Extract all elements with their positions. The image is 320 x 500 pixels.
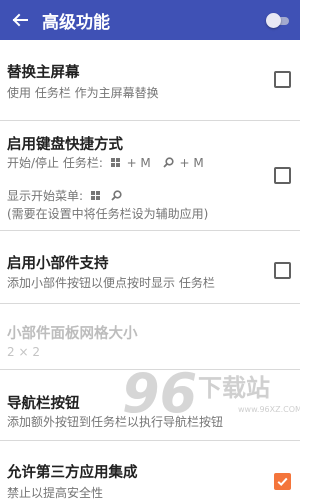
replace-home-checkbox[interactable] — [274, 71, 291, 88]
windows-key-icon — [90, 191, 101, 201]
setting-nav-bar-buttons[interactable]: 导航栏按钮 添加额外按钮到任务栏以执行导航栏按钮 — [0, 370, 300, 438]
setting-title: 启用键盘快捷方式 — [7, 137, 123, 153]
setting-title: 替换主屏幕 — [7, 65, 80, 81]
setting-title: 允许第三方应用集成 — [7, 465, 138, 481]
setting-keyboard-shortcuts[interactable]: 启用键盘快捷方式 开始/停止 任务栏: + M + M 显示开始菜单: (需要在… — [0, 121, 300, 221]
shortcut-2: + M — [179, 156, 204, 170]
shortcut-toggle-line: 开始/停止 任务栏: + M + M — [7, 154, 204, 171]
keyboard-shortcuts-checkbox[interactable] — [274, 167, 291, 184]
checkmark-icon — [277, 477, 288, 487]
setting-note: (需要在设置中将任务栏设为辅助应用) — [7, 207, 209, 221]
setting-subtitle: 使用 任务栏 作为主屏幕替换 — [7, 86, 159, 100]
windows-key-icon — [110, 158, 121, 168]
menu-label: 显示开始菜单: — [7, 189, 84, 203]
advanced-features-screen: 高级功能 替换主屏幕 使用 任务栏 作为主屏幕替换 启用键盘快捷方式 开始/停止… — [0, 0, 300, 500]
setting-subtitle: 添加小部件按钮以便点按时显示 任务栏 — [7, 276, 215, 290]
search-key-icon — [162, 157, 174, 168]
start-menu-line: 显示开始菜单: — [7, 187, 124, 204]
setting-title: 小部件面板网格大小 — [7, 326, 138, 342]
toggle-thumb — [266, 13, 281, 28]
setting-replace-home[interactable]: 替换主屏幕 使用 任务栏 作为主屏幕替换 — [0, 40, 300, 120]
shortcut-1: + M — [126, 156, 151, 170]
shortcut-prefix: 开始/停止 任务栏: — [7, 156, 103, 170]
setting-subtitle: 禁止以提高安全性 — [7, 486, 104, 500]
widget-support-checkbox[interactable] — [274, 262, 291, 279]
search-key-icon — [111, 190, 122, 201]
setting-widget-support[interactable]: 启用小部件支持 添加小部件按钮以便点按时显示 任务栏 — [0, 231, 300, 311]
master-toggle-switch[interactable] — [266, 12, 289, 28]
third-party-integration-checkbox[interactable] — [274, 473, 291, 490]
setting-title: 导航栏按钮 — [7, 396, 80, 412]
setting-subtitle: 2 × 2 — [7, 345, 40, 359]
back-button[interactable] — [0, 0, 40, 40]
page-title: 高级功能 — [42, 12, 110, 33]
setting-third-party-integration[interactable]: 允许第三方应用集成 禁止以提高安全性 — [0, 441, 300, 500]
arrow-back-icon — [12, 13, 28, 27]
setting-subtitle: 添加额外按钮到任务栏以执行导航栏按钮 — [7, 415, 224, 429]
app-bar: 高级功能 — [0, 0, 300, 40]
setting-widget-grid-size: 小部件面板网格大小 2 × 2 — [0, 304, 300, 369]
setting-title: 启用小部件支持 — [7, 256, 109, 272]
